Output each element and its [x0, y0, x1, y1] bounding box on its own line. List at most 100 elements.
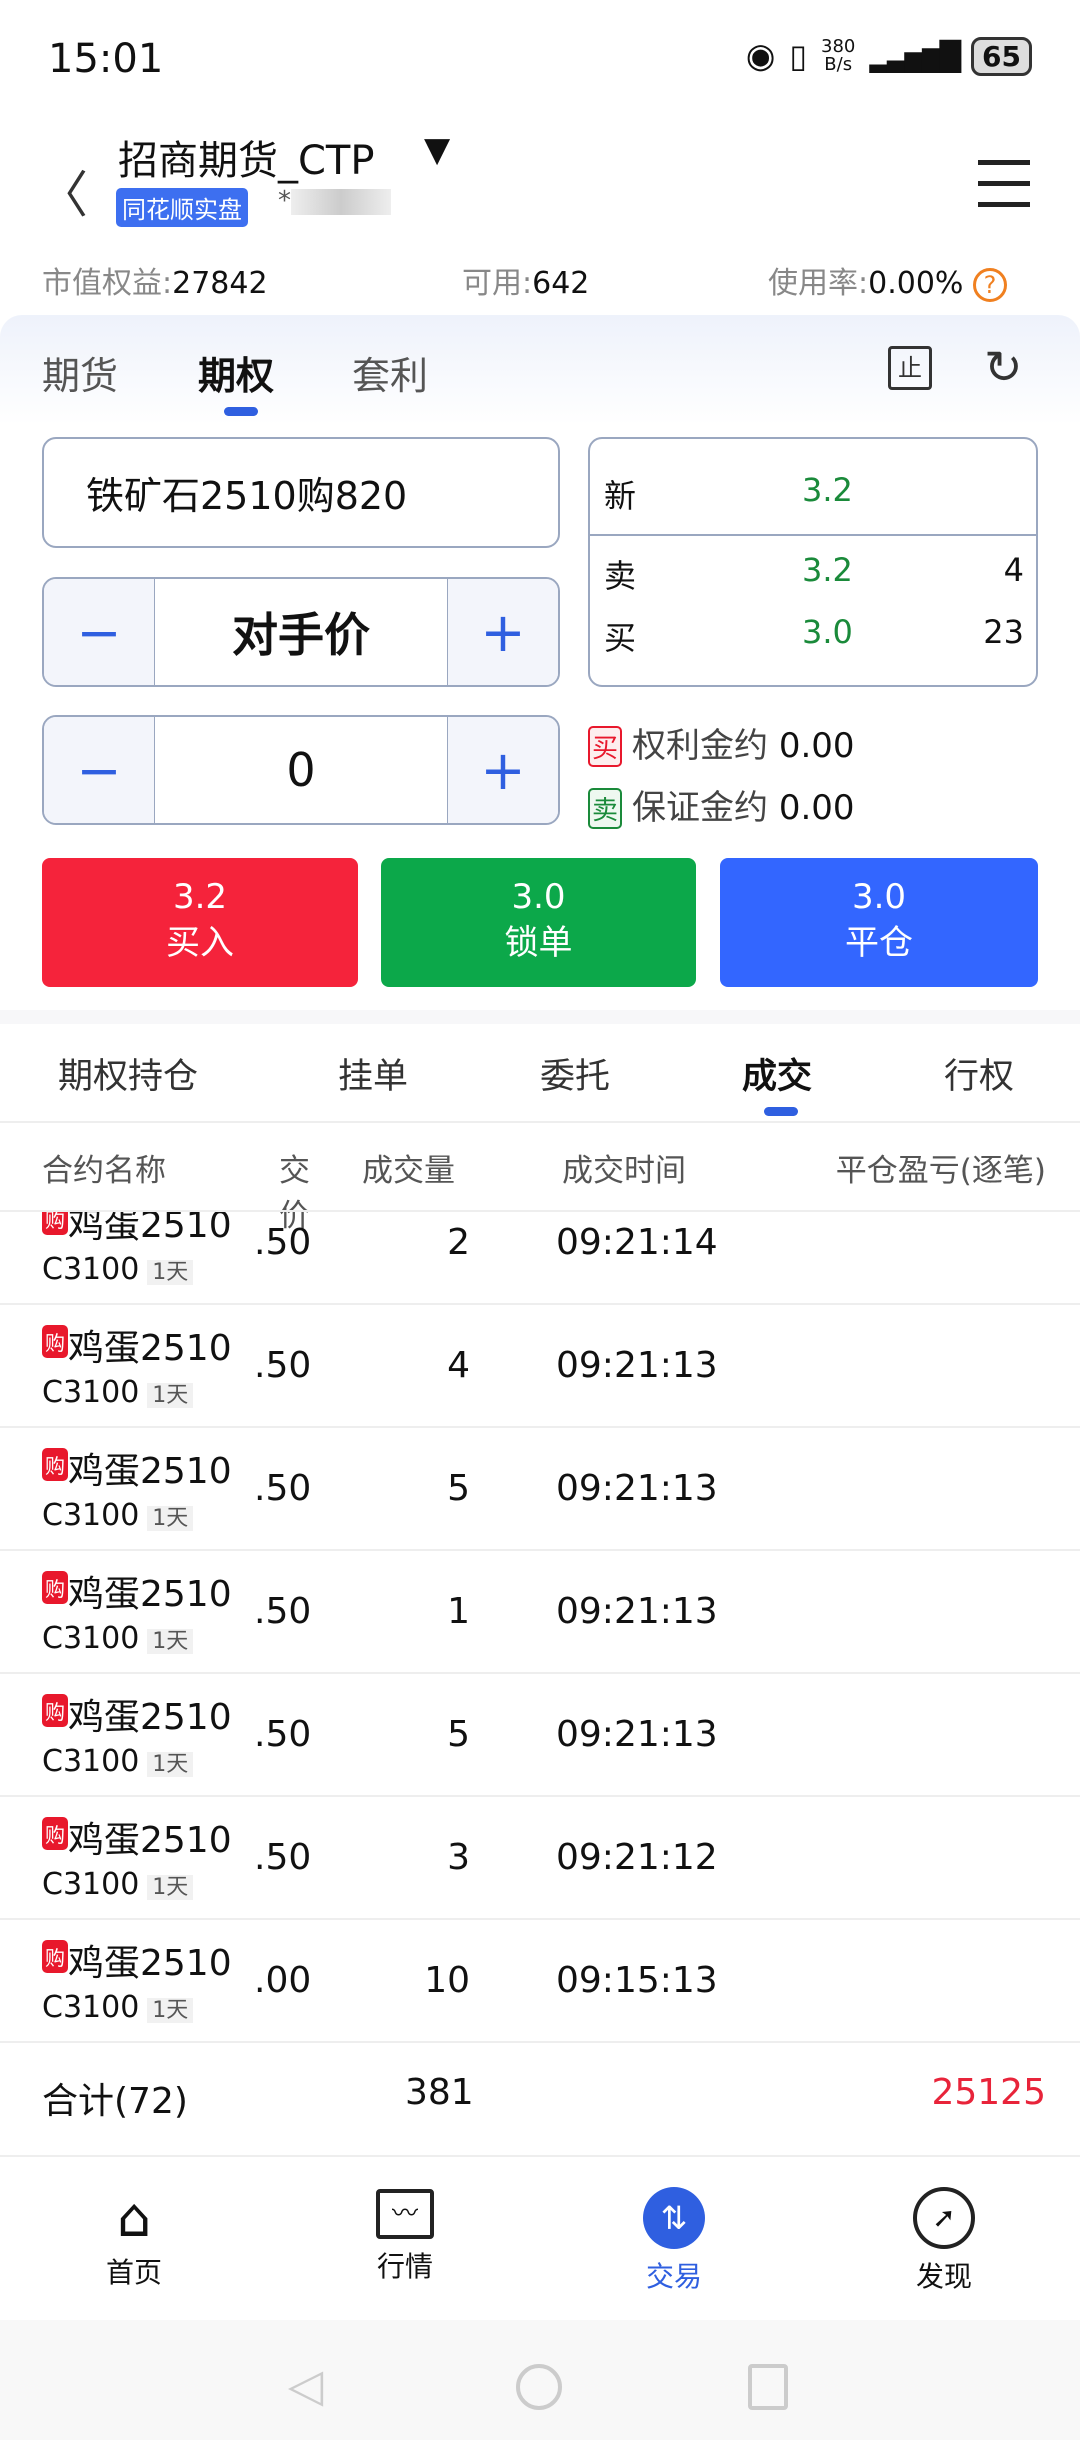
help-icon[interactable]: ?	[972, 267, 1007, 302]
stop-order-icon[interactable]: 止	[888, 346, 932, 390]
qty-minus-button[interactable]: −	[44, 717, 154, 823]
tab-trades[interactable]: 成交	[742, 1048, 812, 1099]
nav-trade[interactable]: ⇅ 交易	[614, 2185, 734, 2295]
sys-recents-icon[interactable]	[748, 2364, 788, 2410]
usage-rate: 使用率:0.00% ?	[768, 258, 1007, 302]
system-nav-bar: ◁	[0, 2320, 1080, 2440]
strike: C3100	[42, 1621, 140, 1656]
trade-volume: 1	[447, 1591, 470, 1632]
broker-title[interactable]: 招商期货_CTP	[118, 128, 374, 186]
trade-time: 09:21:13	[556, 1345, 718, 1386]
tab-orders[interactable]: 委托	[540, 1048, 610, 1099]
table-row[interactable]: 购鸡蛋2510 C3100 1天 .50 4 09:21:13	[0, 1305, 1080, 1428]
status-bar: 15:01 ◉ ▯ 380 B/s ▂▃▅▆█ 65	[0, 0, 1080, 120]
nav-home[interactable]: ⌂ 首页	[74, 2185, 194, 2291]
strike: C3100	[42, 1252, 140, 1287]
nav-market[interactable]: 〰行情	[345, 2185, 465, 2285]
compass-icon: ➚	[913, 2187, 975, 2249]
contract-input[interactable]: 铁矿石2510购820	[42, 437, 560, 548]
trade-time: 09:21:14	[556, 1222, 718, 1263]
tab-positions[interactable]: 期权持仓	[58, 1048, 198, 1099]
dropdown-caret-icon[interactable]: ▼	[424, 130, 450, 170]
contract-name: 鸡蛋2510	[68, 1212, 232, 1246]
call-tag: 购	[42, 1940, 68, 1973]
refresh-icon[interactable]: ↻	[984, 340, 1023, 394]
back-icon[interactable]: 〈	[38, 155, 88, 227]
buy-button[interactable]: 3.2 买入	[42, 858, 358, 987]
tab-pending[interactable]: 挂单	[338, 1048, 408, 1099]
trade-price: .50	[254, 1837, 312, 1878]
table-row[interactable]: 购鸡蛋2510 C3100 1天 .50 2 09:21:14	[0, 1212, 1080, 1305]
qty-plus-button[interactable]: +	[448, 717, 558, 823]
nav-discover[interactable]: ➚ 发现	[884, 2185, 1004, 2295]
ask-volume: 4	[1003, 551, 1024, 589]
contract-name: 鸡蛋2510	[68, 1451, 232, 1492]
tab-arbitrage[interactable]: 套利	[352, 345, 428, 400]
trade-price: .50	[254, 1591, 312, 1632]
trade-icon: ⇅	[643, 2187, 705, 2249]
table-row[interactable]: 购鸡蛋2510 C3100 1天 .50 5 09:21:13	[0, 1428, 1080, 1551]
bid-price: 3.0	[802, 613, 853, 651]
margin-estimate: 卖保证金约 0.00	[588, 780, 855, 829]
available: 可用:642	[462, 266, 590, 301]
premium-estimate: 买权利金约 0.00	[588, 718, 855, 767]
trade-volume: 5	[447, 1714, 470, 1755]
quote-box: 新 3.2 卖 3.2 4 买 3.0 23	[588, 437, 1038, 687]
strike: C3100	[42, 1375, 140, 1410]
ask-label: 卖	[604, 557, 637, 595]
price-mode[interactable]: 对手价	[154, 579, 448, 685]
contract-name: 鸡蛋2510	[68, 1328, 232, 1369]
strike: C3100	[42, 1498, 140, 1533]
table-row[interactable]: 购鸡蛋2510 C3100 1天 .50 3 09:21:12	[0, 1797, 1080, 1920]
tab-exercise[interactable]: 行权	[944, 1048, 1014, 1099]
trade-time: 09:21:13	[556, 1468, 718, 1509]
tab-futures[interactable]: 期货	[42, 345, 118, 400]
price-plus-button[interactable]: +	[448, 579, 558, 685]
trade-volume: 5	[447, 1468, 470, 1509]
call-tag: 购	[42, 1212, 68, 1235]
table-row[interactable]: 购鸡蛋2510 C3100 1天 .00 10 09:15:13	[0, 1920, 1080, 2043]
col-contract: 合约名称	[42, 1153, 166, 1189]
contract-name: 鸡蛋2510	[68, 1574, 232, 1615]
trade-time: 09:21:12	[556, 1837, 718, 1878]
menu-icon[interactable]	[978, 160, 1030, 223]
lock-button[interactable]: 3.0 锁单	[381, 858, 696, 987]
trade-price: .00	[254, 1960, 312, 2001]
call-tag: 购	[42, 1448, 68, 1481]
eye-icon: ◉	[745, 36, 776, 76]
account-id: *	[278, 186, 391, 216]
strike: C3100	[42, 1744, 140, 1779]
trade-volume: 3	[447, 1837, 470, 1878]
trade-price: .50	[254, 1714, 312, 1755]
bid-volume: 23	[983, 613, 1024, 651]
divider	[0, 1010, 1080, 1024]
table-row[interactable]: 购鸡蛋2510 C3100 1天 .50 5 09:21:13	[0, 1674, 1080, 1797]
trade-volume: 4	[447, 1345, 470, 1386]
tab-options[interactable]: 期权	[198, 345, 274, 400]
chart-icon: 〰	[376, 2189, 434, 2239]
strike: C3100	[42, 1990, 140, 2025]
trade-volume: 2	[447, 1222, 470, 1263]
vibrate-icon: ▯	[789, 37, 807, 75]
ask-price: 3.2	[802, 551, 853, 589]
days-badge: 1天	[147, 1998, 194, 2023]
sys-home-icon[interactable]	[516, 2364, 562, 2410]
bid-label: 买	[604, 619, 637, 657]
sys-back-icon[interactable]: ◁	[288, 2358, 323, 2412]
trade-price: .50	[254, 1468, 312, 1509]
trade-time: 09:21:13	[556, 1714, 718, 1755]
clock: 15:01	[48, 36, 164, 82]
status-icons: ◉ ▯ 380 B/s ▂▃▅▆█ 65	[746, 36, 1032, 76]
price-minus-button[interactable]: −	[44, 579, 154, 685]
table-row[interactable]: 购鸡蛋2510 C3100 1天 .50 1 09:21:13	[0, 1551, 1080, 1674]
close-position-button[interactable]: 3.0 平仓	[720, 858, 1038, 987]
days-badge: 1天	[147, 1506, 194, 1531]
tab-indicator	[224, 407, 258, 416]
quantity-input[interactable]: 0	[154, 717, 448, 823]
total-pnl: 25125	[931, 2072, 1046, 2113]
last-label: 新	[604, 477, 637, 515]
contract-name: 鸡蛋2510	[68, 1943, 232, 1984]
trade-price: .50	[254, 1345, 312, 1386]
bottom-nav: ⌂ 首页 〰行情 ⇅ 交易 ➚ 发现	[0, 2155, 1080, 2320]
col-pnl: 平仓盈亏(逐笔)	[835, 1153, 1046, 1189]
